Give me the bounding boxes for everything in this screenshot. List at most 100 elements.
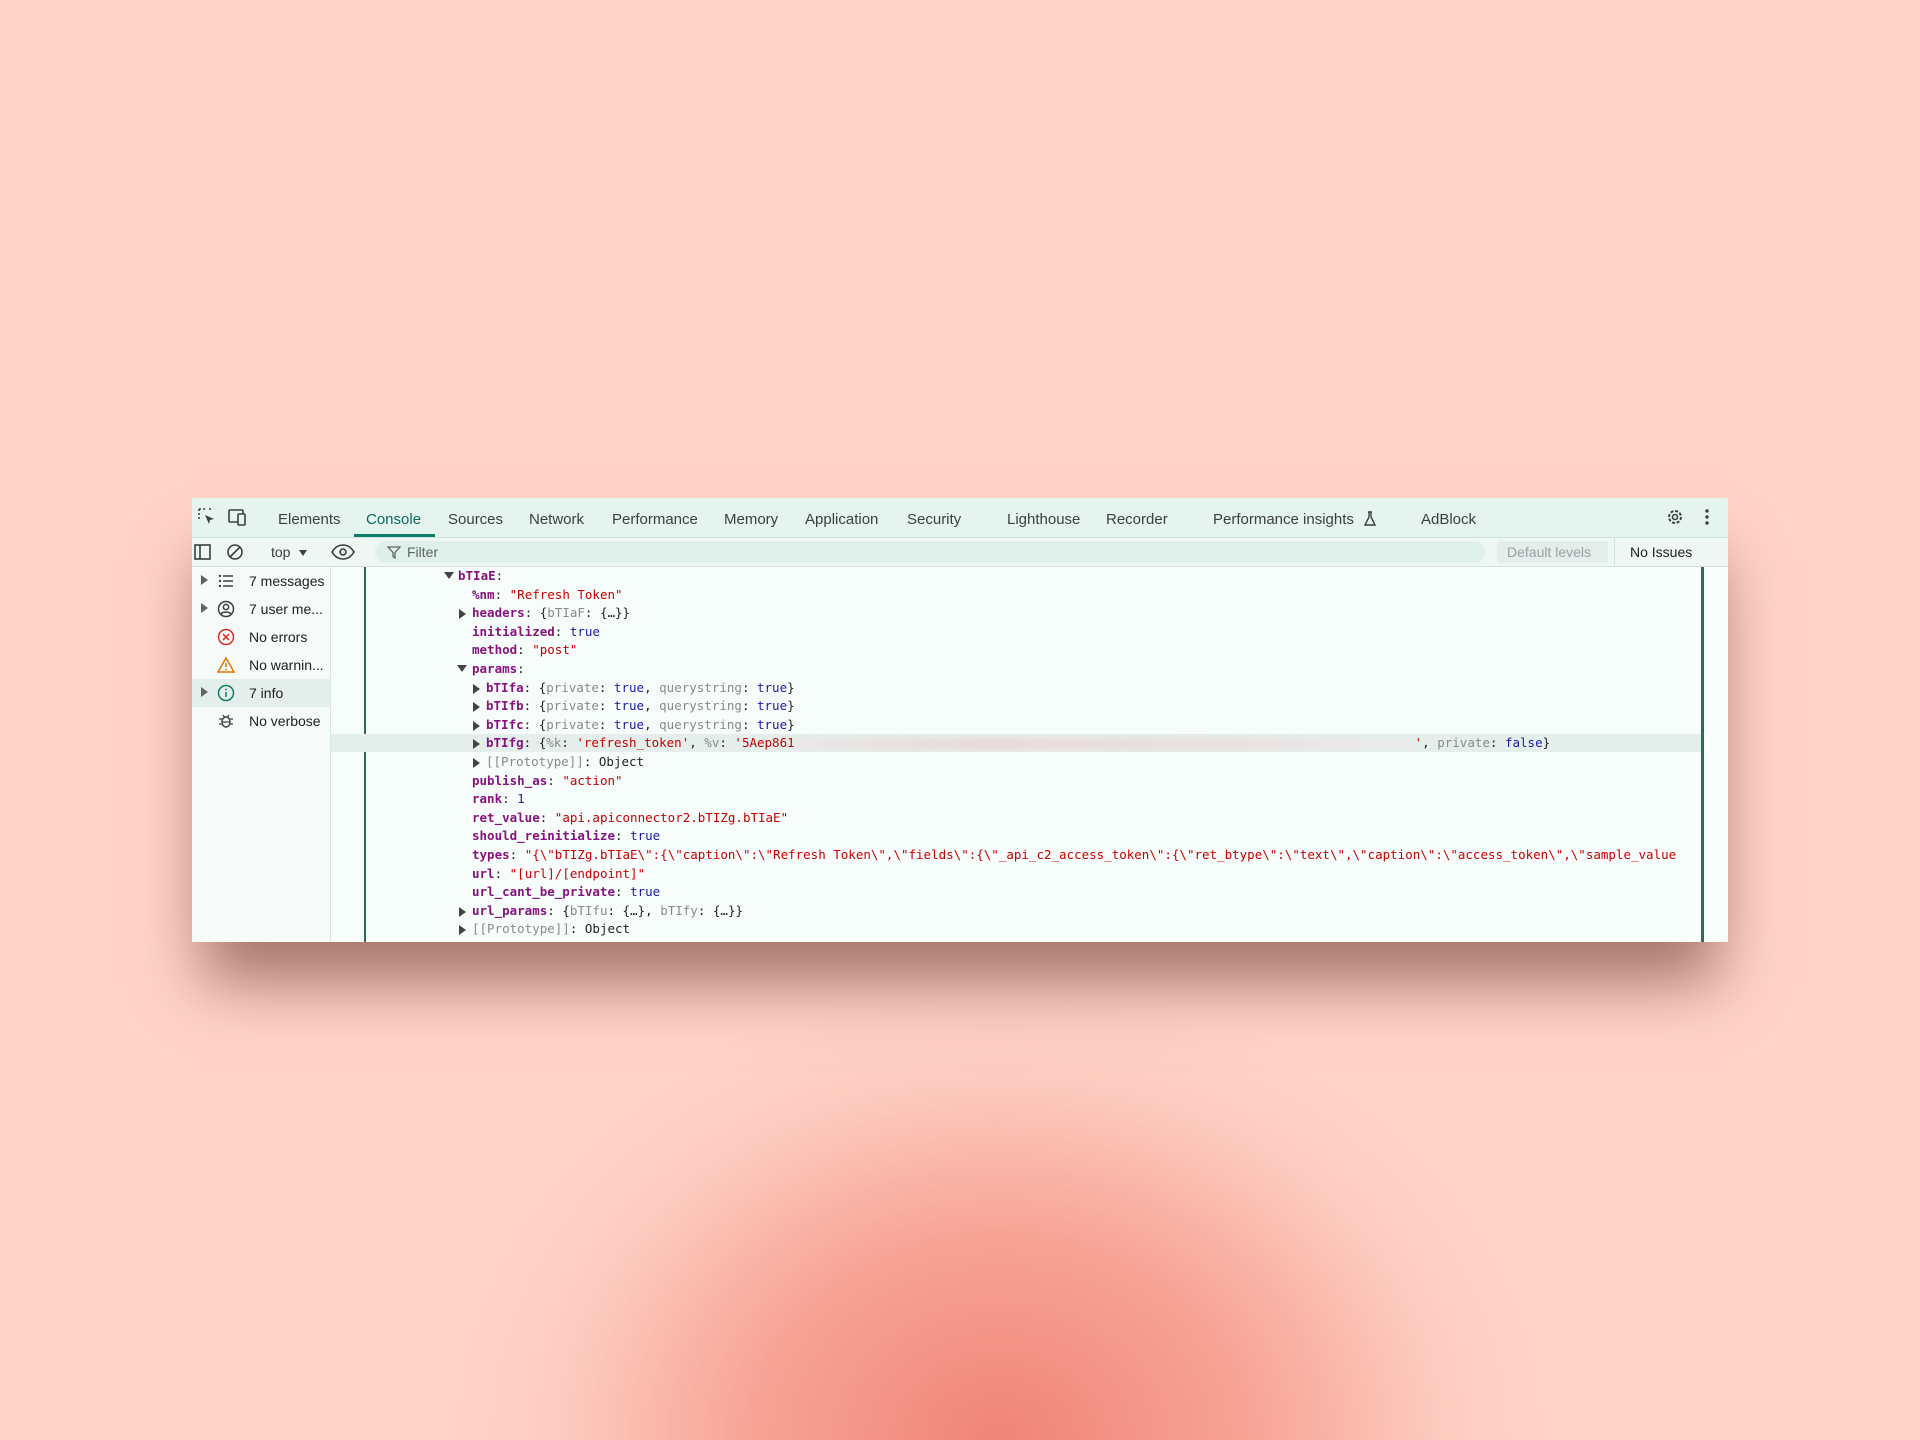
object-tree-row: rank: 1 [472,791,525,807]
sub-key: private [546,698,599,714]
object-tree-row[interactable]: headers: {bTIaF: {…}} [331,604,1701,622]
filter-input[interactable]: Filter [375,541,1485,563]
prototype-value: Object [584,921,631,937]
tab-memory[interactable]: Memory [724,498,778,537]
collapse-arrow-icon[interactable] [444,572,454,579]
tab-performance-insights-label: Performance insights [1213,511,1354,528]
flask-icon [1363,511,1377,526]
sidebar-item-info[interactable]: 7 info [192,679,330,707]
more-options-icon[interactable] [1696,506,1718,528]
object-tree-row-hovered[interactable]: bTIfg: {%k: 'refresh_token', %v: '5Aep86… [331,734,1701,753]
property-value: true [613,698,645,714]
tab-lighthouse[interactable]: Lighthouse [1007,498,1080,537]
expand-arrow-icon[interactable] [459,609,466,620]
sidebar-item-verbose[interactable]: No verbose [192,707,330,735]
object-tree-row[interactable]: bTIfc: {private: true, querystring: true… [331,716,1701,734]
sidebar-item-warnings[interactable]: No warnin... [192,651,330,679]
warning-icon [217,656,235,673]
property-key: bTIfb [486,698,524,714]
object-tree-row: ret_value: "api.apiconnector2.bTIZg.bTIa… [472,809,789,825]
expand-arrow-icon[interactable] [201,687,208,697]
property-key: publish_as [472,772,548,788]
object-tree-row[interactable]: bTIfa: {private: true, querystring: true… [331,679,1701,697]
expand-arrow-icon[interactable] [473,683,480,694]
context-selector[interactable]: top [271,538,308,566]
sidebar-item-label: 7 user me... [249,601,323,617]
property-value: "Refresh Token" [509,586,623,602]
expand-arrow-icon[interactable] [201,575,208,585]
object-tree-row: %nm: "Refresh Token" [472,586,623,602]
error-icon [217,628,235,646]
console-toolbar: top Filter Default levels No Issues [192,538,1728,579]
tab-network[interactable]: Network [529,498,584,537]
property-key: url_cant_be_private [472,884,615,900]
property-key: bTIaE [458,568,496,583]
collapse-arrow-icon[interactable] [457,665,467,672]
tab-sources[interactable]: Sources [448,498,503,537]
tab-elements[interactable]: Elements [278,498,341,537]
expand-arrow-icon[interactable] [473,720,480,731]
property-key: params [472,661,518,676]
object-tree-row: should_reinitialize: true [472,828,661,844]
tab-adblock[interactable]: AdBlock [1421,498,1476,537]
filter-icon [387,546,401,559]
object-tree-row: url: "[url]/[endpoint]" [472,865,646,881]
sub-key: private [546,716,599,732]
object-tree-row[interactable]: [[Prototype]]: Object [331,920,1701,938]
device-toolbar-icon[interactable] [226,506,248,528]
property-value: true [630,828,661,844]
object-tree-row[interactable]: params: [331,660,1701,678]
property-key: url_params [472,902,548,918]
property-value: 1 [517,791,525,807]
object-tree-row: method: "post" [472,642,578,658]
redacted-value [794,737,1415,750]
sub-key: querystring [659,716,742,732]
expand-arrow-icon[interactable] [201,603,208,613]
bug-icon [219,714,233,728]
property-key: rank [472,791,503,807]
tab-recorder[interactable]: Recorder [1106,498,1168,537]
object-tree-row: initialized: true [472,623,600,639]
property-value: true [630,884,661,900]
object-tree-row: url_cant_be_private: true [472,884,661,900]
property-key: bTIfc [486,716,524,732]
expand-arrow-icon[interactable] [459,906,466,917]
sub-key: %k [546,735,562,751]
expand-arrow-icon[interactable] [473,702,480,713]
live-expression-eye-icon[interactable] [330,541,356,563]
tab-security[interactable]: Security [907,498,961,537]
property-key: initialized [472,623,555,639]
sub-key: bTIfu [569,902,608,918]
sub-key: %v [704,735,720,751]
object-tree-row[interactable]: bTIaE: [331,567,1701,585]
issues-counter[interactable]: No Issues [1614,538,1716,566]
property-value: true [569,623,600,639]
tab-performance-insights[interactable]: Performance insights [1213,498,1377,537]
object-tree-row[interactable]: bTIfb: {private: true, querystring: true… [331,697,1701,715]
sidebar-item-user-messages[interactable]: 7 user me... [192,595,330,623]
chevron-down-icon [299,550,308,557]
expand-arrow-icon[interactable] [459,925,466,936]
object-tree-row[interactable]: [[Prototype]]: Object [331,753,1701,771]
clear-console-icon[interactable] [224,541,246,563]
property-value: "action" [562,772,623,788]
tab-console[interactable]: Console [353,498,436,537]
property-value: true [757,698,788,714]
property-key: url [472,865,495,881]
console-sidebar: 7 messages 7 user me... No errors No war… [192,567,331,942]
sidebar-item-label: 7 messages [249,573,325,589]
sidebar-item-messages[interactable]: 7 messages [192,567,330,595]
inspect-element-icon[interactable] [196,506,218,528]
sidebar-item-label: 7 info [249,685,284,701]
expand-arrow-icon[interactable] [473,758,480,768]
tab-application[interactable]: Application [805,498,878,537]
tab-performance[interactable]: Performance [612,498,698,537]
expand-arrow-icon[interactable] [473,739,480,750]
user-icon [217,600,235,618]
gear-icon[interactable] [1664,506,1686,528]
sidebar-toggle-icon[interactable] [192,541,214,563]
log-levels-dropdown[interactable]: Default levels [1497,541,1608,579]
scrollbar-edge[interactable] [1701,567,1704,942]
sidebar-item-errors[interactable]: No errors [192,623,330,651]
object-tree-row[interactable]: url_params: {bTIfu: {…}, bTIfy: {…}} [331,902,1701,920]
